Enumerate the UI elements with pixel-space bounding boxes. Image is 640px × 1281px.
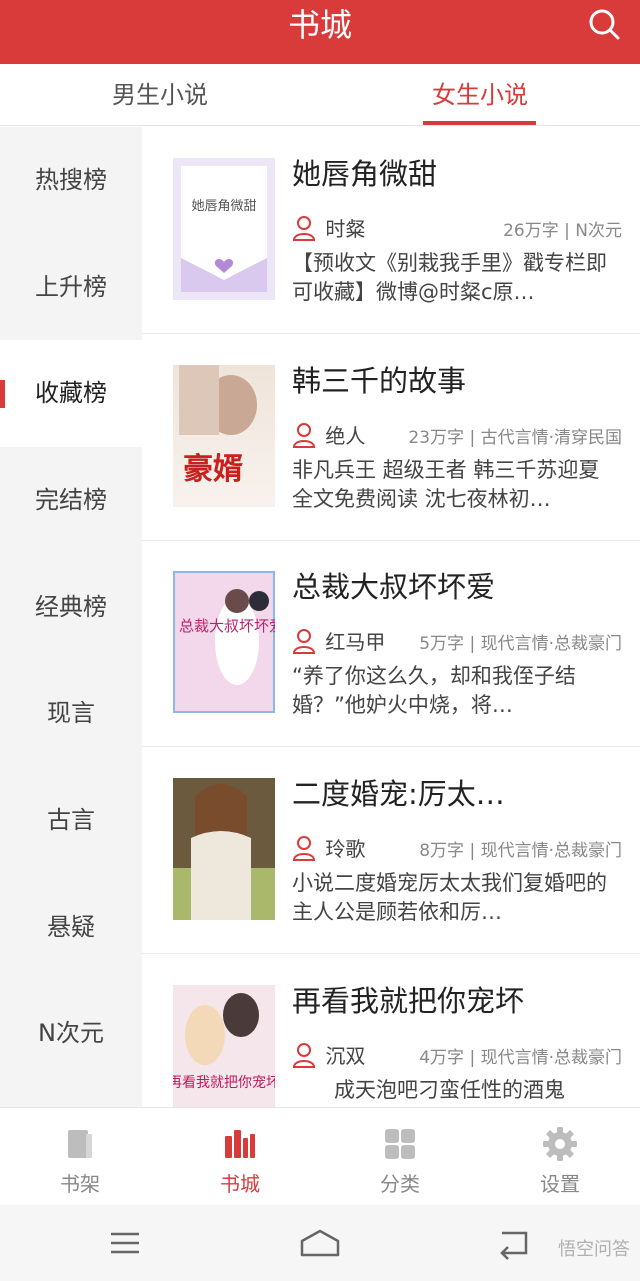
sidebar-item-label: 热搜榜 [35,166,107,194]
book-info: 8万字 | 现代言情·总裁豪门 [419,841,622,861]
sidebar-item-label: 上升榜 [35,273,107,301]
home-icon[interactable] [298,1225,342,1261]
sidebar-item-hot-search[interactable]: 热搜榜 [0,127,142,234]
book-author: 玲歌 [325,837,366,861]
author-icon [292,422,316,448]
book-author: 沉双 [325,1044,366,1068]
author-icon [292,628,316,654]
sidebar-item-label: 古言 [47,806,95,834]
book-info: 5万字 | 现代言情·总裁豪门 [419,634,622,654]
tab-female-novels[interactable]: 女生小说 [400,64,560,126]
book-author: 时粲 [325,217,366,241]
book-description: “养了你这么久，却和我侄子结婚？”他妒火中烧，将… [292,664,576,717]
bookshelf-icon [68,1130,92,1158]
system-nav-bar: 悟空问答 [0,1205,640,1281]
ranking-sidebar: 热搜榜 上升榜 收藏榜 完结榜 经典榜 现言 古言 悬疑 N次元 [0,127,142,1107]
sidebar-item-suspense[interactable]: 悬疑 [0,874,142,981]
back-icon[interactable] [494,1225,534,1261]
sidebar-item-label: 完结榜 [35,486,107,514]
book-cover: 豪婿 [173,365,275,507]
search-icon[interactable] [586,6,622,42]
book-cover: 再看我就把你宠坏 [173,985,275,1107]
book-description: 非凡兵王 超级王者 韩三千苏迎夏全文免费阅读 沈七夜林初… [292,458,600,511]
author-icon [292,835,316,861]
book-item[interactable]: 总裁大叔坏坏爱 总裁大叔坏坏爱 红马甲 5万字 | 现代言情·总裁豪门 “养了你… [142,540,640,747]
book-list: 她唇角微甜 她唇角微甜 时粲 26万字 | N次元 【预收文《别栽我手里》戳专栏… [142,127,640,1107]
book-author: 绝人 [325,424,366,448]
book-info: 23万字 | 古代言情·清穿民国 [408,428,622,448]
book-item[interactable]: 再看我就把你宠坏 再看我就把你宠坏 沉双 4万字 | 现代言情·总裁豪门 成天泡… [142,954,640,1107]
watermark: 悟空问答 [558,1239,630,1260]
nav-label: 设置 [540,1172,580,1196]
book-description: 【预收文《别栽我手里》戳专栏即可收藏】微博@时粲c原… [292,251,607,304]
sidebar-item-rising[interactable]: 上升榜 [0,234,142,341]
author-icon [292,215,316,241]
active-tab-indicator [423,121,536,125]
author-icon [292,1042,316,1068]
nav-settings[interactable]: 设置 [480,1108,640,1206]
menu-icon[interactable] [105,1225,145,1261]
sidebar-item-label: 经典榜 [35,593,107,621]
nav-label: 分类 [380,1172,420,1196]
bookstore-icon [225,1130,255,1158]
gender-tabs: 男生小说 女生小说 [0,64,640,126]
book-author: 红马甲 [325,630,386,654]
sidebar-item-label: 悬疑 [47,913,95,941]
book-title: 二度婚宠:厉太… [292,777,505,811]
book-item[interactable]: 豪婿 韩三千的故事 绝人 23万字 | 古代言情·清穿民国 非凡兵王 超级王者 … [142,334,640,541]
nav-category[interactable]: 分类 [320,1108,480,1206]
sidebar-item-label: 收藏榜 [35,379,107,407]
page-title: 书城 [287,6,352,44]
book-meta: 玲歌 8万字 | 现代言情·总裁豪门 [292,833,622,863]
sidebar-item-n-dimension[interactable]: N次元 [0,980,142,1087]
tab-male-novels[interactable]: 男生小说 [80,64,240,126]
book-cover: 她唇角微甜 [173,158,275,300]
nav-bookshelf[interactable]: 书架 [0,1108,160,1206]
book-title: 总裁大叔坏坏爱 [292,570,496,604]
nav-bookstore[interactable]: 书城 [160,1108,320,1206]
book-description: 成天泡吧刁蛮任性的酒鬼 [334,1078,565,1102]
book-cover: 总裁大叔坏坏爱 [173,571,275,713]
bottom-nav: 书架 书城 分类 设置 [0,1107,640,1205]
cover-title: 她唇角微甜 [191,198,256,214]
book-info: 4万字 | 现代言情·总裁豪门 [419,1048,622,1068]
book-item[interactable]: 她唇角微甜 她唇角微甜 时粲 26万字 | N次元 【预收文《别栽我手里》戳专栏… [142,127,640,334]
book-meta: 沉双 4万字 | 现代言情·总裁豪门 [292,1040,622,1070]
active-indicator [0,380,5,408]
sidebar-item-ancient-romance[interactable]: 古言 [0,767,142,874]
sidebar-item-modern-romance[interactable]: 现言 [0,660,142,767]
nav-label: 书城 [220,1172,260,1196]
book-info: 26万字 | N次元 [503,221,622,241]
category-icon [385,1129,415,1159]
book-title: 韩三千的故事 [292,364,467,398]
book-cover [173,778,275,920]
nav-label: 书架 [60,1172,100,1196]
book-item[interactable]: 二度婚宠:厉太… 玲歌 8万字 | 现代言情·总裁豪门 小说二度婚宠厉太太我们复… [142,747,640,954]
top-bar: 书城 [0,0,640,64]
book-meta: 红马甲 5万字 | 现代言情·总裁豪门 [292,626,622,656]
sidebar-item-label: 现言 [47,699,95,727]
cover-title: 豪婿 [183,452,243,487]
settings-icon [543,1127,577,1161]
cover-title: 再看我就把你宠坏 [173,1075,275,1091]
sidebar-item-label: N次元 [38,1019,104,1047]
sidebar-item-completed[interactable]: 完结榜 [0,447,142,554]
sidebar-item-favorites[interactable]: 收藏榜 [0,340,142,447]
sidebar-item-classic[interactable]: 经典榜 [0,554,142,661]
book-description: 小说二度婚宠厉太太我们复婚吧的主人公是顾若依和厉… [292,871,607,924]
book-title: 再看我就把你宠坏 [292,984,525,1018]
book-meta: 绝人 23万字 | 古代言情·清穿民国 [292,420,622,450]
book-title: 她唇角微甜 [292,157,438,191]
cover-title: 总裁大叔坏坏爱 [179,617,275,635]
book-meta: 时粲 26万字 | N次元 [292,213,622,243]
